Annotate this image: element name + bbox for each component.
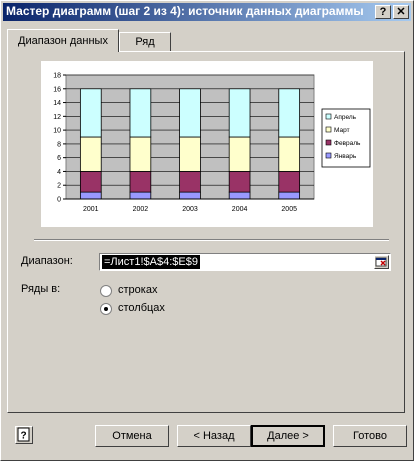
series-in-label: Ряды в: [21,283,61,295]
close-button[interactable]: ✕ [393,5,409,19]
y-tick-label: 4 [57,169,61,176]
bar-segment [228,88,251,138]
help-title-button[interactable]: ? [375,5,391,19]
radio-columns[interactable] [100,303,112,315]
finish-button[interactable]: Готово [333,425,407,447]
bar-segment [79,88,102,138]
legend-label: Март [334,127,350,134]
chart-wizard-dialog: Мастер диаграмм (шаг 2 из 4): источник д… [0,0,414,461]
y-tick-label: 18 [53,73,61,80]
cancel-button[interactable]: Отмена [95,425,169,447]
range-value: =Лист1!$A$4:$E$9 [102,255,200,269]
legend-swatch [325,152,332,159]
window-title: Мастер диаграмм (шаг 2 из 4): источник д… [6,4,364,18]
radio-columns-label[interactable]: столбцах [118,302,165,314]
range-input[interactable]: =Лист1!$A$4:$E$9 [99,253,391,271]
close-icon: ✕ [396,6,406,18]
y-tick-label: 10 [53,128,61,135]
help-icon: ? [17,427,30,442]
legend-swatch [325,113,332,120]
x-tick-label: 2004 [232,206,248,213]
bar-segment [179,136,201,172]
radio-selected-dot [104,307,108,311]
y-tick-label: 14 [53,100,61,107]
divider [34,239,389,241]
bar-segment [129,191,152,200]
bar-segment [278,171,301,193]
tab-data-range[interactable]: Диапазон данных [7,29,119,52]
x-tick-label: 2001 [83,206,99,213]
tab-series[interactable]: Ряд [119,32,171,51]
bar-segment [79,191,102,200]
bar-segment [228,136,251,172]
tab-label: Ряд [135,36,155,48]
bar-segment [79,171,102,193]
bar-segment [179,171,201,193]
range-label: Диапазон: [21,255,73,267]
back-button[interactable]: < Назад [177,425,251,447]
bar-segment [129,88,152,138]
bar-segment [278,136,301,172]
bar-segment [79,136,102,172]
help-button[interactable]: ? [15,426,33,444]
legend-label: Февраль [334,140,361,147]
tab-label: Диапазон данных [18,35,108,47]
radio-rows-label[interactable]: строках [118,284,157,296]
y-tick-label: 16 [53,86,61,93]
stacked-bar-chart: 0 2 4 6 8 10 12 14 16 18 2001 2002 2003 2004 2005 Апрел… [53,73,371,213]
bar-segment [179,88,201,138]
collapse-icon [375,257,387,267]
y-tick-label: 2 [57,183,61,190]
bar-segment [278,191,301,200]
bar-segment [228,171,251,193]
x-tick-label: 2005 [281,206,297,213]
collapse-dialog-button[interactable] [374,255,389,269]
question-icon: ? [379,6,387,18]
legend-label: Январь [334,153,357,160]
help-glyph: ? [20,431,26,442]
radio-rows[interactable] [100,285,112,297]
bar-segment [228,191,251,200]
legend-swatch [325,126,332,133]
x-tick-label: 2003 [182,206,198,213]
bar-segment [179,191,201,200]
next-button[interactable]: Далее > [251,425,325,447]
chart-preview: 0 2 4 6 8 10 12 14 16 18 2001 2002 2003 2004 2005 Апрел… [41,61,373,227]
title-bar: Мастер диаграмм (шаг 2 из 4): источник д… [3,3,411,21]
bar-segment [278,88,301,138]
bar-segment [129,136,152,172]
y-tick-label: 8 [57,141,61,148]
legend-swatch [325,139,332,146]
legend-label: Апрель [334,114,357,121]
x-tick-label: 2002 [133,206,149,213]
y-tick-label: 0 [57,197,61,204]
y-tick-label: 12 [53,114,61,121]
bar-segment [129,171,152,193]
y-tick-label: 6 [57,155,61,162]
